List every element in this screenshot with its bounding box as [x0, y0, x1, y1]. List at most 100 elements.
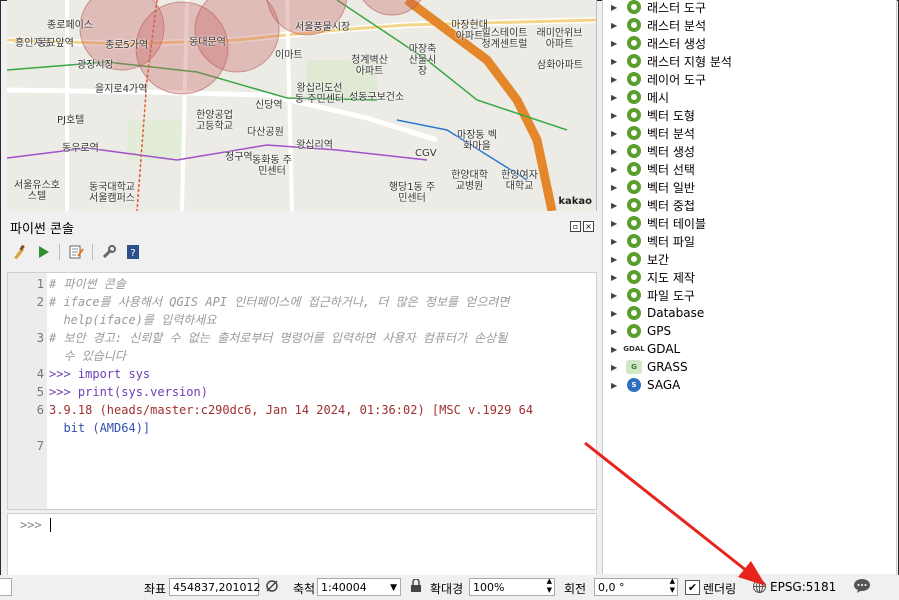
map-label: 래미안위브 아파트: [536, 28, 583, 50]
map-label: 동화동 주민센터: [252, 155, 292, 177]
expand-arrow-icon[interactable]: ▶: [611, 327, 621, 336]
toolbox-group[interactable]: ▶ 메시: [611, 88, 669, 106]
expand-arrow-icon[interactable]: ▶: [611, 57, 621, 66]
map-label: 한양여자대학교: [501, 170, 538, 192]
expand-arrow-icon[interactable]: ▶: [611, 75, 621, 84]
expand-arrow-icon[interactable]: ▶: [611, 93, 621, 102]
spin-arrows-icon: ▲ ▼: [669, 577, 675, 594]
toolbox-group[interactable]: ▶ 레이어 도구: [611, 70, 706, 88]
map-label: 신당역: [255, 100, 283, 111]
toolbox-group[interactable]: ▶ 래스터 지형 분석: [611, 52, 732, 70]
toolbox-group-label: 벡터 중첩: [647, 198, 695, 213]
globe-icon: [752, 579, 767, 597]
toolbox-group[interactable]: ▶ 벡터 분석: [611, 124, 695, 142]
toggle-extents-icon[interactable]: [263, 577, 281, 598]
map-label: PJ호텔: [57, 115, 85, 126]
map-label: 을지로4가역: [95, 84, 148, 95]
messages-icon[interactable]: [853, 578, 871, 597]
toolbox-group[interactable]: ▶ 벡터 테이블: [611, 214, 706, 232]
toolbox-group[interactable]: ▶ 파일 도구: [611, 286, 695, 304]
render-checkbox[interactable]: ✔: [685, 580, 700, 595]
toolbox-group[interactable]: ▶ 지도 제작: [611, 268, 695, 286]
panel-controls: ▫ ×: [570, 221, 594, 232]
expand-arrow-icon[interactable]: ▶: [611, 345, 621, 354]
line-number: 1: [36, 277, 44, 291]
clear-console-button[interactable]: [11, 244, 27, 260]
toolbox-group[interactable]: ▶ G GRASS: [611, 358, 688, 376]
spin-arrows-icon: ▲ ▼: [546, 577, 552, 594]
toolbox-group-label: 래스터 도구: [647, 0, 707, 15]
expand-arrow-icon[interactable]: ▶: [611, 309, 621, 318]
processing-toolbox: ▶ 래스터 도구 ▶ 래스터 분석 ▶ 래스터 생성 ▶ 래스터 지형 분석 ▶ 레이어 도구 ▶ 메…: [602, 0, 897, 574]
toolbox-group-label: 보간: [647, 252, 670, 267]
crs-button[interactable]: EPSG:5181: [770, 580, 836, 594]
map-label: 종로페이스: [47, 20, 93, 31]
svg-text:?: ?: [130, 248, 135, 259]
expand-arrow-icon[interactable]: ▶: [611, 237, 621, 246]
coordinate-field[interactable]: 454837,201012: [169, 578, 260, 596]
lock-scale-icon[interactable]: [410, 578, 422, 596]
run-command-button[interactable]: [35, 244, 51, 260]
expand-arrow-icon[interactable]: ▶: [611, 273, 621, 282]
qgis-icon: [627, 36, 641, 50]
toolbox-group[interactable]: ▶ 래스터 분석: [611, 16, 706, 34]
help-icon: ?: [127, 245, 139, 259]
console-line: >>> import sys: [49, 367, 151, 381]
toolbox-group[interactable]: ▶ S SAGA: [611, 376, 680, 394]
expand-arrow-icon[interactable]: ▶: [611, 255, 621, 264]
magnifier-spinbox[interactable]: 100% ▲ ▼: [469, 577, 555, 596]
toolbox-group[interactable]: ▶ Database: [611, 304, 704, 322]
options-button[interactable]: [101, 244, 117, 260]
toolbox-group-label: 레이어 도구: [647, 72, 707, 87]
toolbox-group[interactable]: ▶ 벡터 도형: [611, 106, 695, 124]
expand-arrow-icon[interactable]: ▶: [611, 219, 621, 228]
toolbox-group[interactable]: ▶ 래스터 도구: [611, 0, 706, 16]
toolbar-separator: [59, 244, 60, 260]
expand-arrow-icon[interactable]: ▶: [611, 291, 621, 300]
toolbox-group[interactable]: ▶ 벡터 중첩: [611, 196, 695, 214]
close-panel-button[interactable]: ×: [583, 221, 594, 232]
scale-combo[interactable]: 1:40004 ▼: [317, 578, 401, 596]
qgis-icon: [627, 126, 641, 140]
expand-arrow-icon[interactable]: ▶: [611, 381, 621, 390]
help-button[interactable]: ?: [125, 244, 141, 260]
toolbox-group[interactable]: ▶ GDAL GDAL: [611, 340, 680, 358]
console-line: # 파이썬 콘솔: [49, 277, 126, 291]
magnifier-value: 100%: [473, 581, 505, 594]
expand-arrow-icon[interactable]: ▶: [611, 201, 621, 210]
toolbox-group[interactable]: ▶ GPS: [611, 322, 671, 340]
python-console-panel: 파이썬 콘솔 ▫ × ? 1 2 3 4 5 6 7 # 파이썬 콘솔 # if…: [7, 214, 597, 576]
show-editor-button[interactable]: [68, 244, 84, 260]
locator-field[interactable]: [0, 578, 12, 596]
float-panel-button[interactable]: ▫: [570, 221, 581, 232]
toolbox-group[interactable]: ▶ 벡터 생성: [611, 142, 695, 160]
toolbox-group[interactable]: ▶ 벡터 선택: [611, 160, 695, 178]
toolbox-group[interactable]: ▶ 래스터 생성: [611, 34, 706, 52]
console-output[interactable]: 1 2 3 4 5 6 7 # 파이썬 콘솔 # iface를 사용해서 QGI…: [7, 272, 597, 510]
map-label: 왕십리도선동 주민센터: [294, 83, 345, 105]
expand-arrow-icon[interactable]: ▶: [611, 165, 621, 174]
line-number: 3: [36, 331, 44, 345]
console-input[interactable]: >>>: [7, 513, 597, 576]
qgis-icon: [627, 306, 641, 320]
expand-arrow-icon[interactable]: ▶: [611, 129, 621, 138]
grass-icon: G: [626, 360, 642, 374]
map-label: 행당1동 주민센터: [388, 182, 436, 204]
qgis-icon: [627, 162, 641, 176]
expand-arrow-icon[interactable]: ▶: [611, 3, 621, 12]
expand-arrow-icon[interactable]: ▶: [611, 183, 621, 192]
qgis-icon: [627, 216, 641, 230]
toolbox-group[interactable]: ▶ 벡터 파일: [611, 232, 695, 250]
expand-arrow-icon[interactable]: ▶: [611, 39, 621, 48]
expand-arrow-icon[interactable]: ▶: [611, 21, 621, 30]
expand-arrow-icon[interactable]: ▶: [611, 147, 621, 156]
map-label: 광장시장: [77, 60, 114, 71]
map-label: 한양공업고등학교: [196, 110, 233, 132]
expand-arrow-icon[interactable]: ▶: [611, 363, 621, 372]
expand-arrow-icon[interactable]: ▶: [611, 111, 621, 120]
map-label: 한양대학교병원: [451, 170, 488, 192]
toolbox-group[interactable]: ▶ 벡터 일반: [611, 178, 695, 196]
toolbox-group[interactable]: ▶ 보간: [611, 250, 669, 268]
map-canvas[interactable]: 종로페이스 흥인지문 동묘앞역 종로5가역 동대문역 광장시장 을지로4가역 P…: [7, 0, 597, 211]
rotation-spinbox[interactable]: 0,0 ° ▲ ▼: [594, 577, 678, 596]
